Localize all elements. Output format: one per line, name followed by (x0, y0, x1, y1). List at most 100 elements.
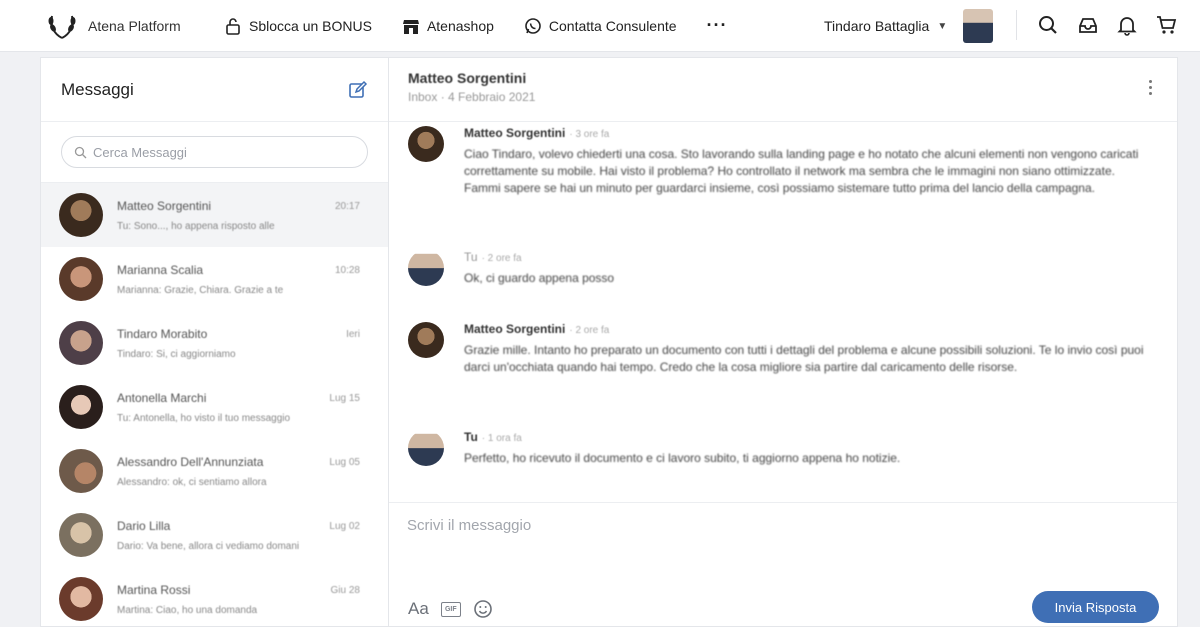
message-input[interactable] (407, 517, 1147, 577)
search-icon (74, 146, 87, 158)
message-time: · 2 ore fa (569, 325, 610, 336)
message-header: Tu · 2 ore fa (464, 250, 1158, 264)
chat-header: Matteo Sorgentini Inbox · 4 Febbraio 202… (389, 58, 1177, 122)
avatar (59, 449, 103, 493)
search-box[interactable] (61, 136, 368, 168)
brand-name: Atena Platform (88, 17, 181, 34)
user-avatar (963, 9, 994, 43)
message-author: Tu (464, 430, 478, 444)
conversation-name: Marianna Scalia (117, 262, 204, 277)
avatar (59, 257, 103, 301)
send-reply-button[interactable]: Invia Risposta (1032, 591, 1159, 623)
nav-contatta-consulente[interactable]: Contatta Consulente (524, 17, 677, 35)
nav-label: Atenashop (426, 17, 494, 34)
avatar (59, 577, 103, 621)
more-menu-button[interactable]: ··· (707, 15, 728, 36)
message-time: · 1 ora fa (481, 433, 522, 444)
message-text: Ok, ci guardo appena posso (464, 271, 615, 285)
conversation-list: Matteo Sorgentini Tu: Sono..., ho appena … (41, 183, 388, 626)
message: Tu · 1 ora fa Perfetto, ho ricevuto il do… (408, 430, 1158, 467)
chat-title: Matteo Sorgentini (408, 70, 527, 86)
conversation-preview: Martina: Ciao, ho una domanda (117, 604, 258, 616)
conversation-item[interactable]: Tindaro Morabito Tindaro: Si, ci aggiorni… (41, 311, 388, 375)
conversation-name: Martina Rossi (117, 582, 191, 597)
text-format-button[interactable]: Aa (408, 599, 429, 619)
conversation-date: 20:17 (334, 201, 360, 212)
conversation-date: Ieri (346, 329, 360, 340)
message-thread: Matteo Sorgentini · 3 ore fa Ciao Tindaro… (389, 122, 1177, 502)
conversation-date: 10:28 (334, 265, 360, 276)
shop-icon (402, 19, 419, 34)
avatar (408, 250, 444, 286)
conversation-item[interactable]: Martina Rossi Martina: Ciao, ho una doman… (41, 567, 388, 626)
conversation-date: Giu 28 (330, 585, 360, 596)
compose-icon[interactable] (348, 80, 368, 100)
chat-subtitle: Inbox · 4 Febbraio 2021 (408, 90, 536, 104)
message-time: · 2 ore fa (481, 253, 522, 264)
message-author: Matteo Sorgentini (464, 126, 566, 140)
message: Matteo Sorgentini · 2 ore fa Grazie mille… (408, 322, 1158, 376)
message-author: Tu (464, 250, 478, 264)
lock-icon (226, 17, 240, 35)
search-input[interactable] (93, 144, 343, 160)
conversation-item[interactable]: Antonella Marchi Tu: Antonella, ho visto … (41, 375, 388, 439)
conversation-item[interactable]: Dario Lilla Dario: Va bene, allora ci ved… (41, 503, 388, 567)
conversation-item[interactable]: Marianna Scalia Marianna: Grazie, Chiara.… (41, 247, 388, 311)
whatsapp-icon (525, 17, 541, 34)
conversation-preview: Tu: Antonella, ho visto il tuo messaggio (117, 412, 291, 424)
composer-tools: Aa GIF (408, 599, 493, 619)
user-name: Tindaro Battaglia (824, 18, 930, 34)
conversation-preview: Tu: Sono..., ho appena risposto alle (117, 220, 275, 232)
nav-label: Sblocca un BONUS (249, 17, 372, 34)
conversation-preview: Tindaro: Si, ci aggiorniamo (117, 348, 236, 360)
top-navigation-bar: Atena Platform Sblocca un BONUS Atenasho… (0, 0, 1200, 52)
search-area (41, 122, 388, 183)
message-text: Perfetto, ho ricevuto il documento e ci … (464, 451, 901, 465)
nav-label: Contatta Consulente (548, 17, 677, 34)
brand[interactable]: Atena Platform (46, 12, 224, 40)
conversation-item[interactable]: Alessandro Dell'Annunziata Alessandro: ok… (41, 439, 388, 503)
avatar (59, 321, 103, 365)
message: Tu · 2 ore fa Ok, ci guardo appena posso (408, 250, 1158, 287)
laurel-logo-icon (48, 15, 76, 39)
gif-button[interactable]: GIF (440, 601, 461, 617)
message: Matteo Sorgentini · 3 ore fa Ciao Tindaro… (408, 126, 1158, 197)
message-text: Ciao Tindaro, volevo chiederti una cosa.… (464, 147, 1139, 195)
emoji-icon[interactable] (473, 599, 493, 619)
search-icon[interactable] (1037, 14, 1059, 36)
conversation-preview: Alessandro: ok, ci sentiamo allora (117, 476, 267, 488)
messages-sidebar: Messaggi Matteo Sorgentini Tu: Sono..., h… (40, 57, 388, 627)
message-composer: Aa GIF Invia Risposta (389, 502, 1177, 626)
messages-title: Messaggi (61, 79, 134, 99)
conversation-date: Lug 02 (329, 521, 360, 532)
avatar (408, 126, 444, 162)
conversation-name: Antonella Marchi (117, 390, 207, 405)
avatar (408, 430, 444, 466)
conversation-item[interactable]: Matteo Sorgentini Tu: Sono..., ho appena … (41, 183, 388, 247)
conversation-date: Lug 05 (329, 457, 360, 468)
message-header: Tu · 1 ora fa (464, 430, 1158, 444)
message-text: Grazie mille. Intanto ho preparato un do… (464, 343, 1144, 374)
conversation-preview: Dario: Va bene, allora ci vediamo domani (117, 540, 300, 552)
messages-header: Messaggi (41, 58, 388, 122)
message-author: Matteo Sorgentini (464, 322, 566, 336)
nav-sblocca-bonus[interactable]: Sblocca un BONUS (224, 17, 372, 35)
chevron-down-icon: ▼ (937, 20, 948, 32)
avatar (59, 385, 103, 429)
avatar (59, 513, 103, 557)
message-header: Matteo Sorgentini · 3 ore fa (464, 126, 1158, 140)
more-vertical-icon[interactable] (1149, 80, 1153, 98)
nav-atenashop[interactable]: Atenashop (402, 17, 494, 35)
divider (1016, 10, 1017, 40)
message-time: · 3 ore fa (569, 129, 610, 140)
conversation-name: Tindaro Morabito (117, 326, 208, 341)
conversation-preview: Marianna: Grazie, Chiara. Grazie a te (117, 284, 284, 296)
conversation-name: Matteo Sorgentini (117, 198, 212, 213)
message-header: Matteo Sorgentini · 2 ore fa (464, 322, 1158, 336)
cart-icon[interactable] (1156, 14, 1178, 36)
chat-panel: Matteo Sorgentini Inbox · 4 Febbraio 202… (388, 57, 1178, 627)
user-menu[interactable]: Tindaro Battaglia ▼ (824, 0, 994, 52)
inbox-icon[interactable] (1077, 14, 1099, 36)
bell-icon[interactable] (1116, 14, 1138, 36)
avatar (59, 193, 103, 237)
